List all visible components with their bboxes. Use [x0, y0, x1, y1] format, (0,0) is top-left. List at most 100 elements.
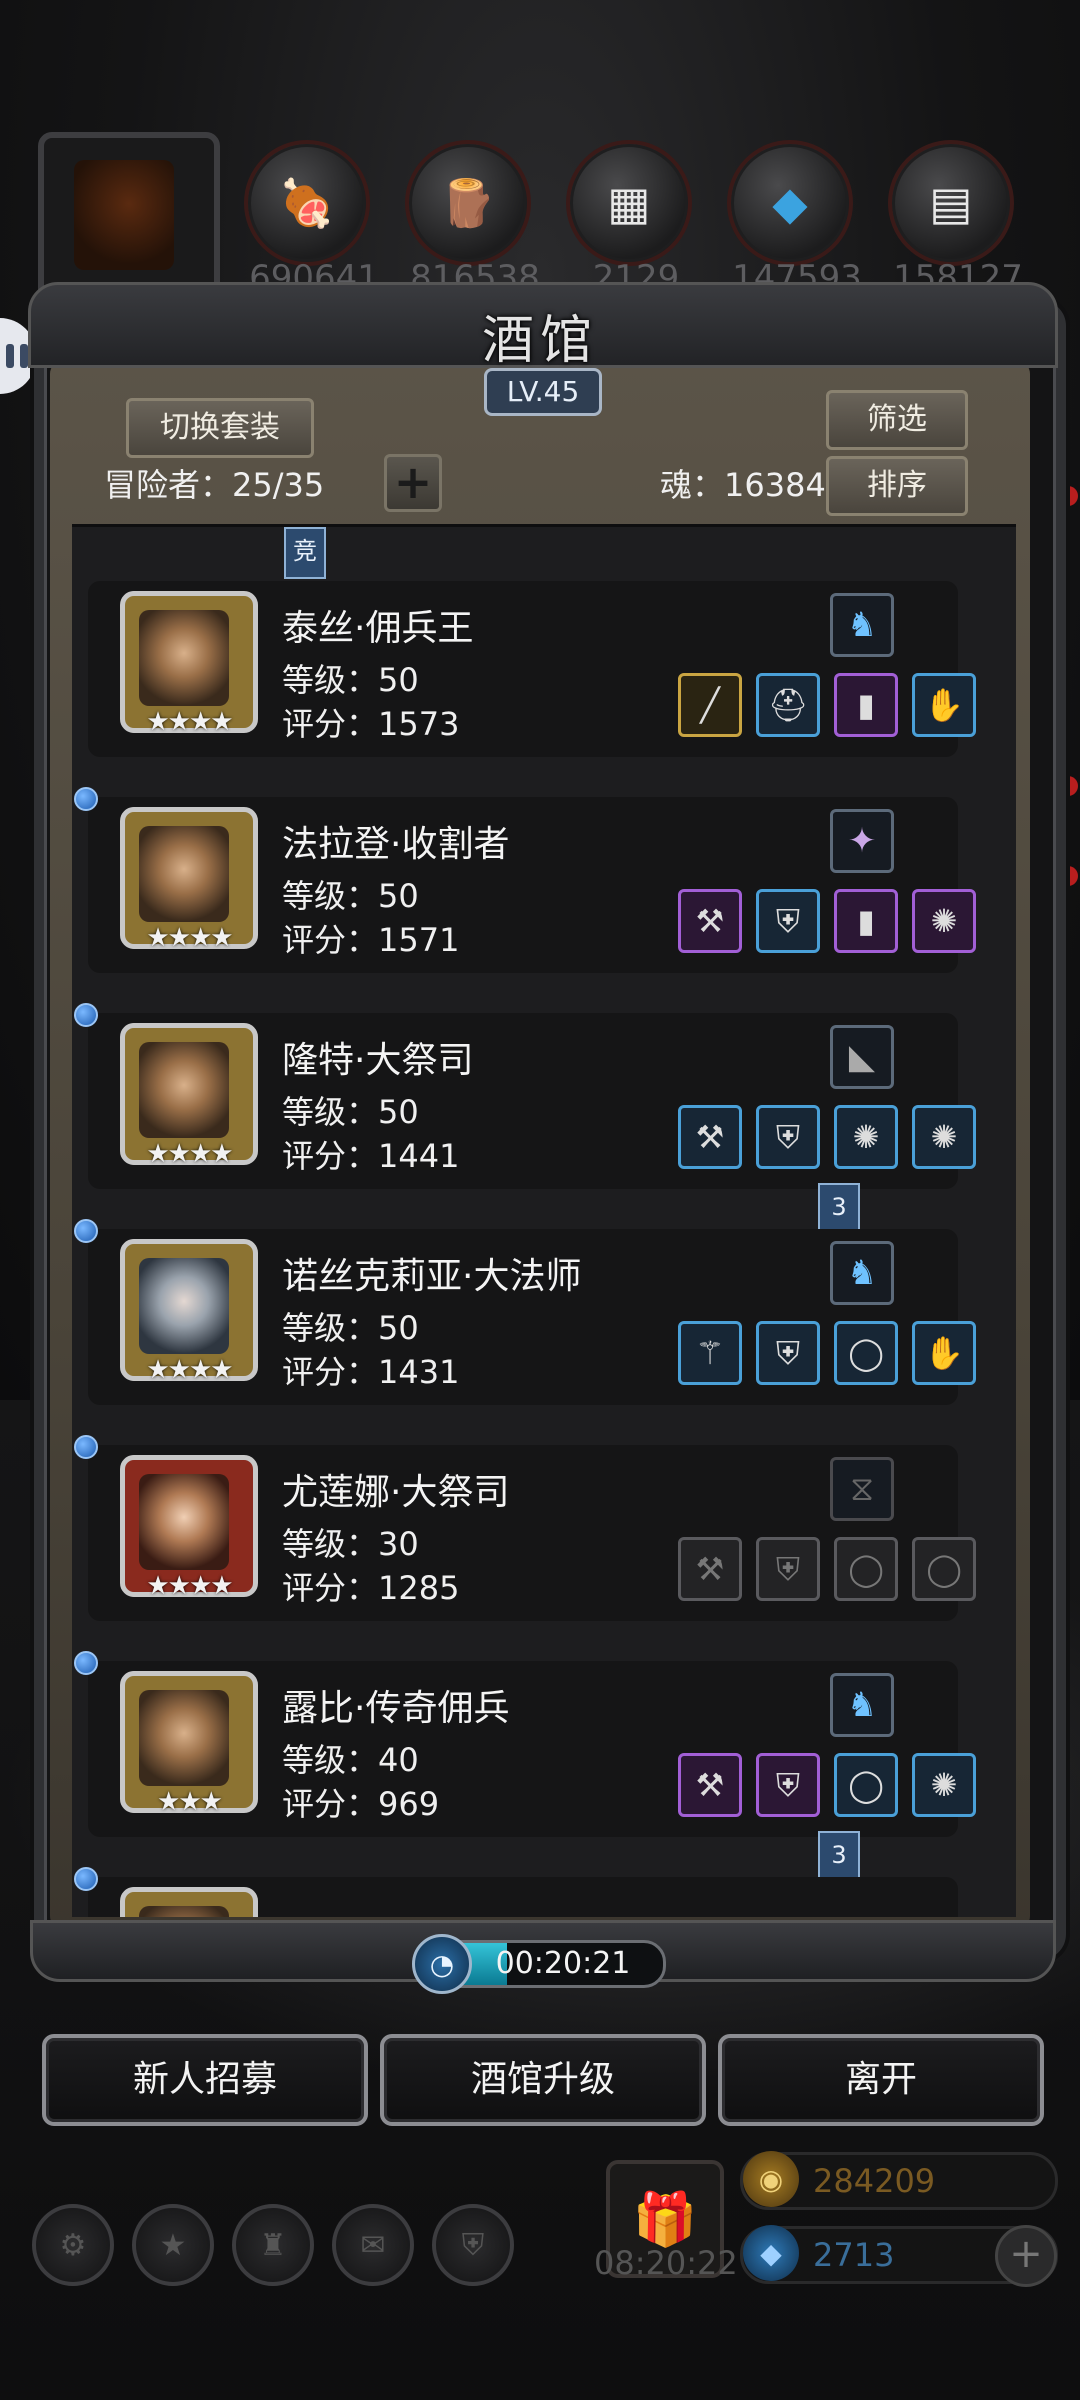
shield-icon[interactable]: ⛨ — [432, 2204, 514, 2286]
scroll-icon[interactable]: ▮ — [834, 889, 898, 953]
hero-card[interactable]: ★★★ 露比·传奇佣兵 等级：40 评分：969 ♞ ⚒ ⛨ ◯ ✺ — [74, 1651, 976, 1837]
resource-meat[interactable]: 🍖 690641 — [244, 130, 379, 298]
tavern-level-badge: LV.45 — [484, 368, 602, 416]
hero-card[interactable]: ★★★★ 法拉登·收割者 等级：50 评分：1571 ✦ ⚒ ⛨ ▮ ✺ — [74, 787, 976, 973]
blue-gem-icon[interactable]: ♞ — [830, 1241, 894, 1305]
hero-stars: ★★★★ — [146, 1139, 233, 1169]
gold-display: ◉ 284209 — [740, 2151, 1058, 2210]
blue-gem-icon[interactable]: ♞ — [830, 593, 894, 657]
amulet-icon[interactable]: ✺ — [834, 1105, 898, 1169]
tower-icon[interactable]: ♜ — [232, 2204, 314, 2286]
hero-name: 尤莲娜·大祭司 — [282, 1472, 510, 1513]
gauntlet-icon[interactable]: ✋ — [912, 1321, 976, 1385]
hero-level: 等级：50 — [282, 661, 419, 699]
leave-button[interactable]: 离开 — [718, 2034, 1044, 2126]
status-dot — [74, 1867, 98, 1891]
hero-name: 诺丝克莉亚·大法师 — [282, 1256, 582, 1297]
hero-score: 评分：1573 — [282, 705, 460, 743]
hero-name: 泰丝·佣兵王 — [282, 608, 474, 649]
amulet-icon[interactable]: ✺ — [912, 889, 976, 953]
clock-icon: ◔ — [412, 1934, 472, 1994]
ring-icon[interactable]: ◯ — [912, 1537, 976, 1601]
ring-icon[interactable]: ◯ — [834, 1321, 898, 1385]
hero-level: 等级：50 — [282, 1309, 419, 1347]
building-icon — [74, 160, 174, 270]
sort-button[interactable]: 排序 — [826, 456, 968, 516]
status-dot — [74, 1003, 98, 1027]
status-dot — [74, 1219, 98, 1243]
hero-list[interactable]: 竞 ★★★★ 泰丝·佣兵王 等级：50 评分：1573 ♞ ╱ ⛑ ▮ ✋ ★★… — [72, 524, 1016, 1917]
resource-steel[interactable]: ▤ 158127 — [888, 130, 1023, 298]
diamond-display: ◆ 2713 + — [740, 2225, 1058, 2287]
helmet-icon[interactable]: ⛑ — [756, 673, 820, 737]
armor-icon[interactable]: ⛨ — [756, 1105, 820, 1169]
ring-icon[interactable]: ◯ — [834, 1537, 898, 1601]
add-diamonds-button[interactable]: + — [995, 2225, 1057, 2287]
hero-level: 等级：30 — [282, 1525, 419, 1563]
gauntlet-icon[interactable]: ✋ — [912, 673, 976, 737]
filter-button[interactable]: 筛选 — [826, 390, 968, 450]
axe-icon[interactable]: ⚒ — [678, 889, 742, 953]
staff-icon[interactable]: ⚚ — [678, 1321, 742, 1385]
hero-name: 隆特·大祭司 — [282, 1040, 474, 1081]
amulet-icon[interactable]: ✺ — [912, 1105, 976, 1169]
resource-crystal[interactable]: ◆ 147593 — [727, 130, 862, 298]
purple-gem-icon[interactable]: ✦ — [830, 809, 894, 873]
resource-wood[interactable]: 🪵 816538 — [405, 130, 540, 298]
switch-set-button[interactable]: 切换套装 — [126, 398, 314, 458]
upgrade-tavern-button[interactable]: 酒馆升级 — [380, 2034, 706, 2126]
hero-card[interactable]: ★★★★ 尤莲娜·大祭司 等级：30 评分：1285 ⧖ ⚒ ⛨ ◯ ◯ — [74, 1435, 976, 1621]
hero-level: 等级：50 — [282, 1093, 419, 1131]
star-icon[interactable]: ★ — [132, 2204, 214, 2286]
hero-card[interactable]: ★★★★ 诺丝克莉亚·大法师 等级：50 评分：1431 ♞ ⚚ ⛨ ◯ ✋ — [74, 1219, 976, 1405]
status-dot — [74, 787, 98, 811]
hero-card[interactable]: ★★★★ 泰丝·佣兵王 等级：50 评分：1573 ♞ ╱ ⛑ ▮ ✋ — [88, 581, 976, 757]
dark-gem-icon[interactable]: ◣ — [830, 1025, 894, 1089]
hammer-icon[interactable]: ⚒ — [678, 1105, 742, 1169]
hero-card[interactable] — [74, 1867, 958, 1917]
gold-value: 284209 — [813, 2162, 936, 2200]
armor-icon[interactable]: ⛨ — [756, 1321, 820, 1385]
hero-score: 评分：1441 — [282, 1137, 460, 1175]
hero-score: 评分：1285 — [282, 1569, 460, 1607]
hero-card[interactable]: ★★★★ 隆特·大祭司 等级：50 评分：1441 ◣ ⚒ ⛨ ✺ ✺ — [74, 1003, 976, 1189]
panel-title: 酒馆 — [481, 311, 598, 371]
compete-tag: 竞 — [284, 527, 326, 579]
hero-stars: ★★★★ — [146, 707, 233, 737]
mail-icon[interactable]: ✉ — [332, 2204, 414, 2286]
status-dot — [74, 1651, 98, 1675]
timer-text: 00:20:21 — [495, 1946, 631, 1981]
hero-stars: ★★★★ — [146, 1571, 233, 1601]
ring-icon[interactable]: ◯ — [834, 1753, 898, 1817]
empty-gem-icon[interactable]: ⧖ — [830, 1457, 894, 1521]
gift-timer: 08:20:22 — [594, 2244, 738, 2282]
steel-icon: ▤ — [888, 140, 1014, 266]
scroll-icon[interactable]: ▮ — [834, 673, 898, 737]
armor-icon[interactable]: ⛨ — [756, 889, 820, 953]
recruit-button[interactable]: 新人招募 — [42, 2034, 368, 2126]
diamond-value: 2713 — [813, 2236, 895, 2274]
amulet-icon[interactable]: ✺ — [912, 1753, 976, 1817]
hammer-icon[interactable]: ⚒ — [678, 1537, 742, 1601]
hero-name: 露比·传奇佣兵 — [282, 1688, 510, 1729]
hero-stars: ★★★ — [157, 1787, 223, 1817]
diamond-icon: ◆ — [743, 2225, 799, 2281]
add-slot-button[interactable]: + — [384, 454, 442, 512]
resource-iron[interactable]: ▦ 2129 — [566, 130, 692, 298]
enhance-tag: 3 — [818, 1183, 860, 1235]
hero-stars: ★★★★ — [146, 1355, 233, 1385]
meat-icon: 🍖 — [244, 140, 370, 266]
hero-score: 评分：1431 — [282, 1353, 460, 1391]
hero-score: 评分：1571 — [282, 921, 460, 959]
hero-name: 法拉登·收割者 — [282, 824, 510, 865]
crossbow-icon[interactable]: ╱ — [678, 673, 742, 737]
wood-icon: 🪵 — [405, 140, 531, 266]
axe-icon[interactable]: ⚒ — [678, 1753, 742, 1817]
blue-gem-icon[interactable]: ♞ — [830, 1673, 894, 1737]
gear-icon[interactable]: ⚙ — [32, 2204, 114, 2286]
adventurer-count: 冒险者：25/35 — [104, 466, 325, 504]
armor-icon[interactable]: ⛨ — [756, 1537, 820, 1601]
armor-icon[interactable]: ⛨ — [756, 1753, 820, 1817]
hero-stars: ★★★★ — [146, 923, 233, 953]
crystal-icon: ◆ — [727, 140, 853, 266]
